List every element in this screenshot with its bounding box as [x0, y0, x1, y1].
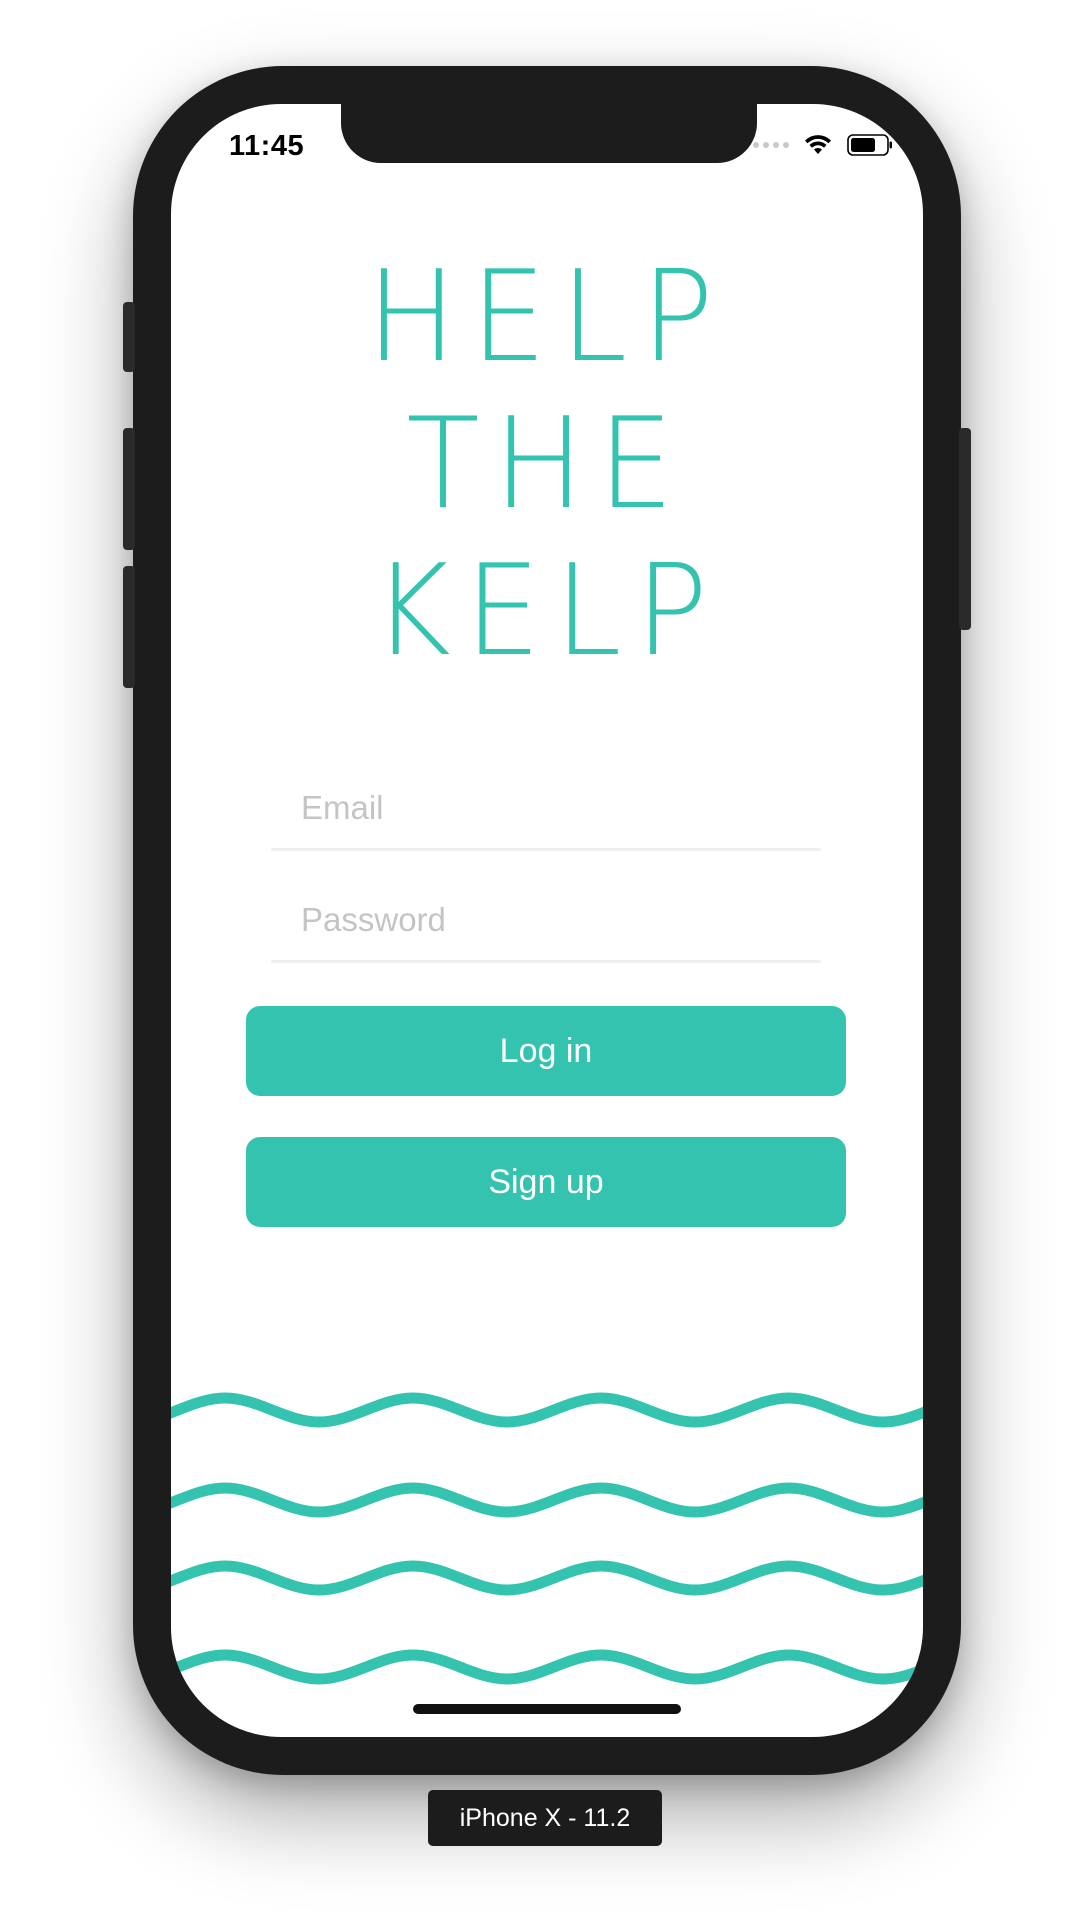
status-icons [753, 134, 893, 156]
battery-icon [847, 134, 892, 156]
device-notch [341, 104, 757, 163]
wave-line [171, 1482, 923, 1518]
volume-down-button [123, 566, 135, 688]
wave-decoration [171, 1392, 923, 1685]
password-field[interactable] [301, 901, 801, 939]
title-line-3: KELP [372, 538, 722, 685]
power-button [959, 428, 971, 630]
wave-line [171, 1649, 923, 1685]
email-field-container [271, 775, 821, 851]
status-time: 11:45 [229, 130, 305, 162]
mute-switch [123, 302, 135, 372]
wave-line [171, 1392, 923, 1428]
title-line-1: HELP [366, 244, 728, 391]
device-caption: iPhone X - 11.2 [428, 1790, 662, 1846]
wave-line [171, 1560, 923, 1596]
app-title: HELP THE KELP [171, 244, 923, 685]
title-line-2: THE [406, 391, 688, 538]
home-indicator [413, 1704, 681, 1714]
password-field-container [271, 887, 821, 963]
device-frame: 11:45 HELP THE KELP Email Log in Sign up [123, 66, 971, 1775]
app-screen: 11:45 HELP THE KELP Email Log in Sign up [171, 104, 923, 1737]
wifi-icon [805, 135, 831, 154]
login-button[interactable]: Log in [246, 1006, 846, 1096]
signup-button[interactable]: Sign up [246, 1137, 846, 1227]
email-field[interactable] [301, 789, 801, 827]
volume-up-button [123, 428, 135, 550]
signal-dots-icon [753, 142, 789, 148]
